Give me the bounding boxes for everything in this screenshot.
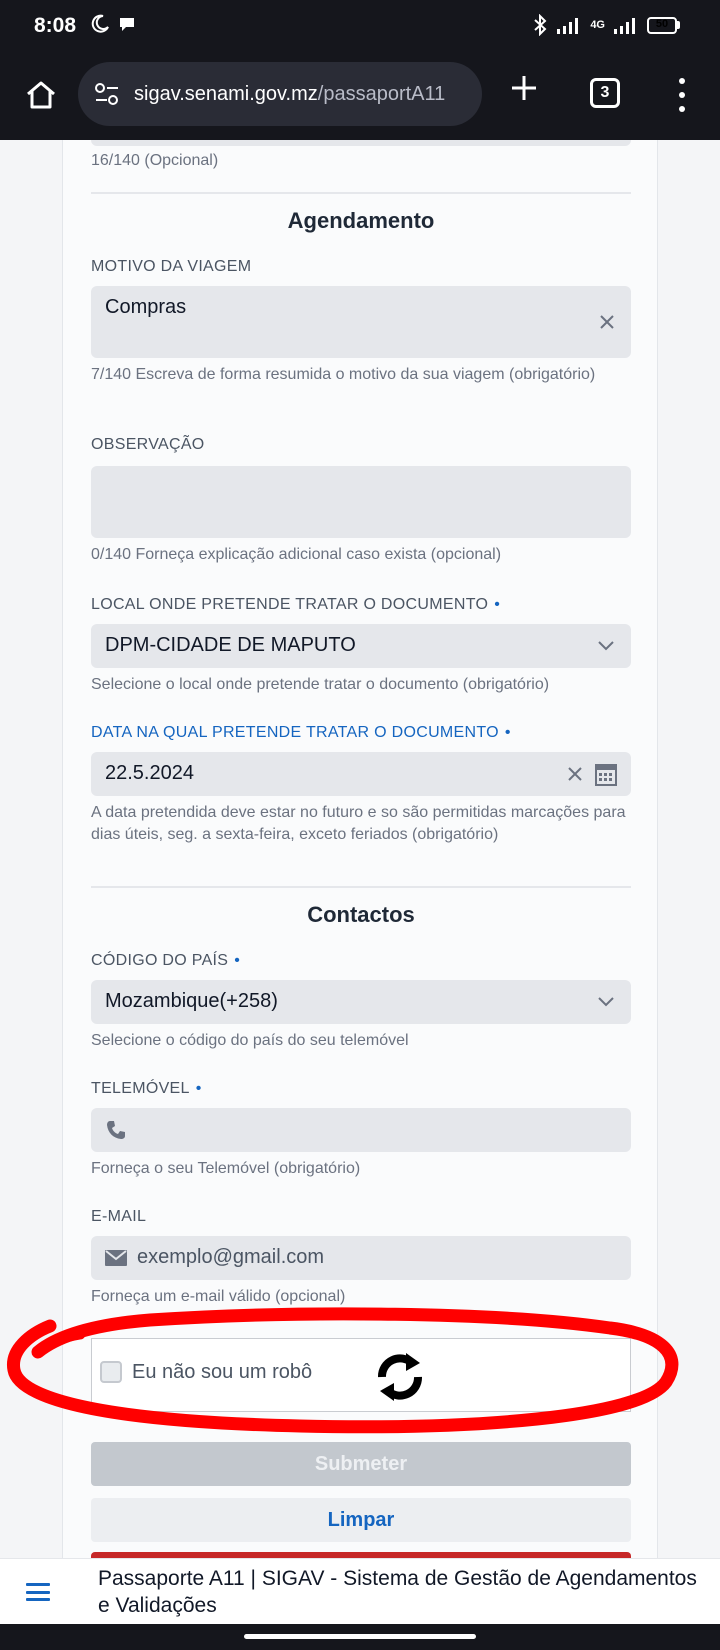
chevron-down-icon: [598, 997, 614, 1007]
local-select[interactable]: DPM-CIDADE DE MAPUTO: [91, 624, 631, 668]
clear-button[interactable]: Limpar: [91, 1498, 631, 1542]
chat-notification-icon: [120, 18, 134, 31]
form-card: 16/140 (Opcional) Agendamento MOTIVO DA …: [62, 140, 658, 1560]
telemovel-hint: Forneça o seu Telemóvel (obrigatório): [91, 1160, 361, 1177]
home-button[interactable]: [20, 74, 62, 116]
gesture-handle[interactable]: [244, 1634, 476, 1639]
do-not-disturb-moon-icon: [91, 14, 109, 33]
local-hint: Selecione o local onde pretende tratar o…: [91, 676, 550, 693]
envelope-icon: [105, 1250, 127, 1266]
section-title-contactos: Contactos: [307, 902, 415, 927]
calendar-icon[interactable]: [595, 762, 617, 786]
data-label: DATA NA QUAL PRETENDE TRATAR O DOCUMENTO…: [91, 724, 511, 741]
browser-toolbar: sigav.senami.gov.mz/passaportA11 3: [0, 54, 720, 140]
chevron-down-icon: [598, 641, 614, 651]
site-settings-icon[interactable]: [94, 82, 120, 106]
recaptcha-label: Eu não sou um robô: [132, 1361, 313, 1383]
previous-field-hint: 16/140 (Opcional): [91, 152, 219, 169]
page-footer-bar: Passaporte A11 | SIGAV - Sistema de Gest…: [0, 1558, 720, 1624]
previous-field-edge[interactable]: [91, 140, 631, 146]
home-icon: [27, 81, 55, 109]
submit-button[interactable]: Submeter: [91, 1442, 631, 1486]
page-title: Passaporte A11 | SIGAV - Sistema de Gest…: [98, 1567, 697, 1617]
data-value: 22.5.2024: [105, 762, 194, 784]
required-mark: •: [234, 952, 241, 969]
new-tab-button[interactable]: [504, 72, 544, 112]
observacao-input[interactable]: [91, 466, 631, 538]
codigo-pais-select[interactable]: Mozambique(+258): [91, 980, 631, 1024]
telemovel-input[interactable]: [91, 1108, 631, 1152]
hamburger-menu-icon[interactable]: [26, 1583, 50, 1601]
local-label: LOCAL ONDE PRETENDE TRATAR O DOCUMENTO •: [91, 596, 501, 613]
address-bar[interactable]: sigav.senami.gov.mz/passaportA11: [78, 62, 482, 126]
divider: [91, 192, 631, 194]
observacao-hint: 0/140 Forneça explicação adicional caso …: [91, 546, 502, 563]
tab-switcher-button[interactable]: 3: [590, 78, 620, 108]
plus-icon: [512, 76, 536, 100]
bluetooth-icon: [534, 14, 547, 36]
required-mark: •: [504, 724, 511, 741]
recaptcha-checkbox[interactable]: [100, 1361, 122, 1383]
recaptcha-widget: Eu não sou um robô: [91, 1338, 631, 1412]
battery-level: 50: [655, 17, 669, 30]
signal-strength-icon: [557, 18, 579, 34]
required-mark: •: [195, 1080, 202, 1097]
telemovel-label: TELEMÓVEL •: [91, 1080, 202, 1097]
data-hint: A data pretendida deve estar no futuro e…: [91, 804, 626, 843]
status-bar: 8:08 4G 50: [0, 0, 720, 54]
required-mark: •: [494, 596, 501, 613]
url-domain: sigav.senami.gov.mz: [134, 82, 318, 105]
divider: [91, 886, 631, 888]
codigo-pais-hint: Selecione o código do país do seu telemó…: [91, 1032, 409, 1049]
browser-menu-button[interactable]: [672, 78, 692, 112]
data-input[interactable]: 22.5.2024: [91, 752, 631, 796]
observacao-label: OBSERVAÇÃO: [91, 436, 205, 453]
url-text[interactable]: sigav.senami.gov.mz/passaportA11: [134, 83, 445, 106]
codigo-pais-label: CÓDIGO DO PAÍS •: [91, 952, 241, 969]
motivo-label: MOTIVO DA VIAGEM: [91, 258, 252, 275]
email-input[interactable]: exemplo@gmail.com: [91, 1236, 631, 1280]
local-value: DPM-CIDADE DE MAPUTO: [105, 634, 356, 656]
system-navigation-bar: [0, 1624, 720, 1650]
section-title-agendamento: Agendamento: [287, 208, 435, 233]
codigo-pais-value: Mozambique(+258): [105, 990, 278, 1012]
motivo-input[interactable]: Compras: [91, 286, 631, 358]
email-placeholder: exemplo@gmail.com: [137, 1246, 325, 1268]
battery-icon: 50: [647, 16, 680, 34]
kebab-dot-icon: [679, 78, 685, 84]
url-path: /passaportA11: [317, 82, 446, 105]
motivo-value: Compras: [105, 296, 187, 318]
motivo-hint: 7/140 Escreva de forma resumida o motivo…: [91, 366, 596, 383]
clear-icon[interactable]: [567, 766, 583, 782]
status-time: 8:08: [34, 14, 77, 37]
network-type-label: 4G: [590, 19, 605, 31]
phone-icon: [107, 1121, 125, 1139]
loading-spinner-icon: [378, 1353, 422, 1401]
signal-strength-icon-2: [614, 18, 635, 34]
email-label: E-MAIL: [91, 1208, 147, 1225]
email-hint: Forneça um e-mail válido (opcional): [91, 1288, 346, 1305]
clear-icon[interactable]: [599, 314, 615, 330]
